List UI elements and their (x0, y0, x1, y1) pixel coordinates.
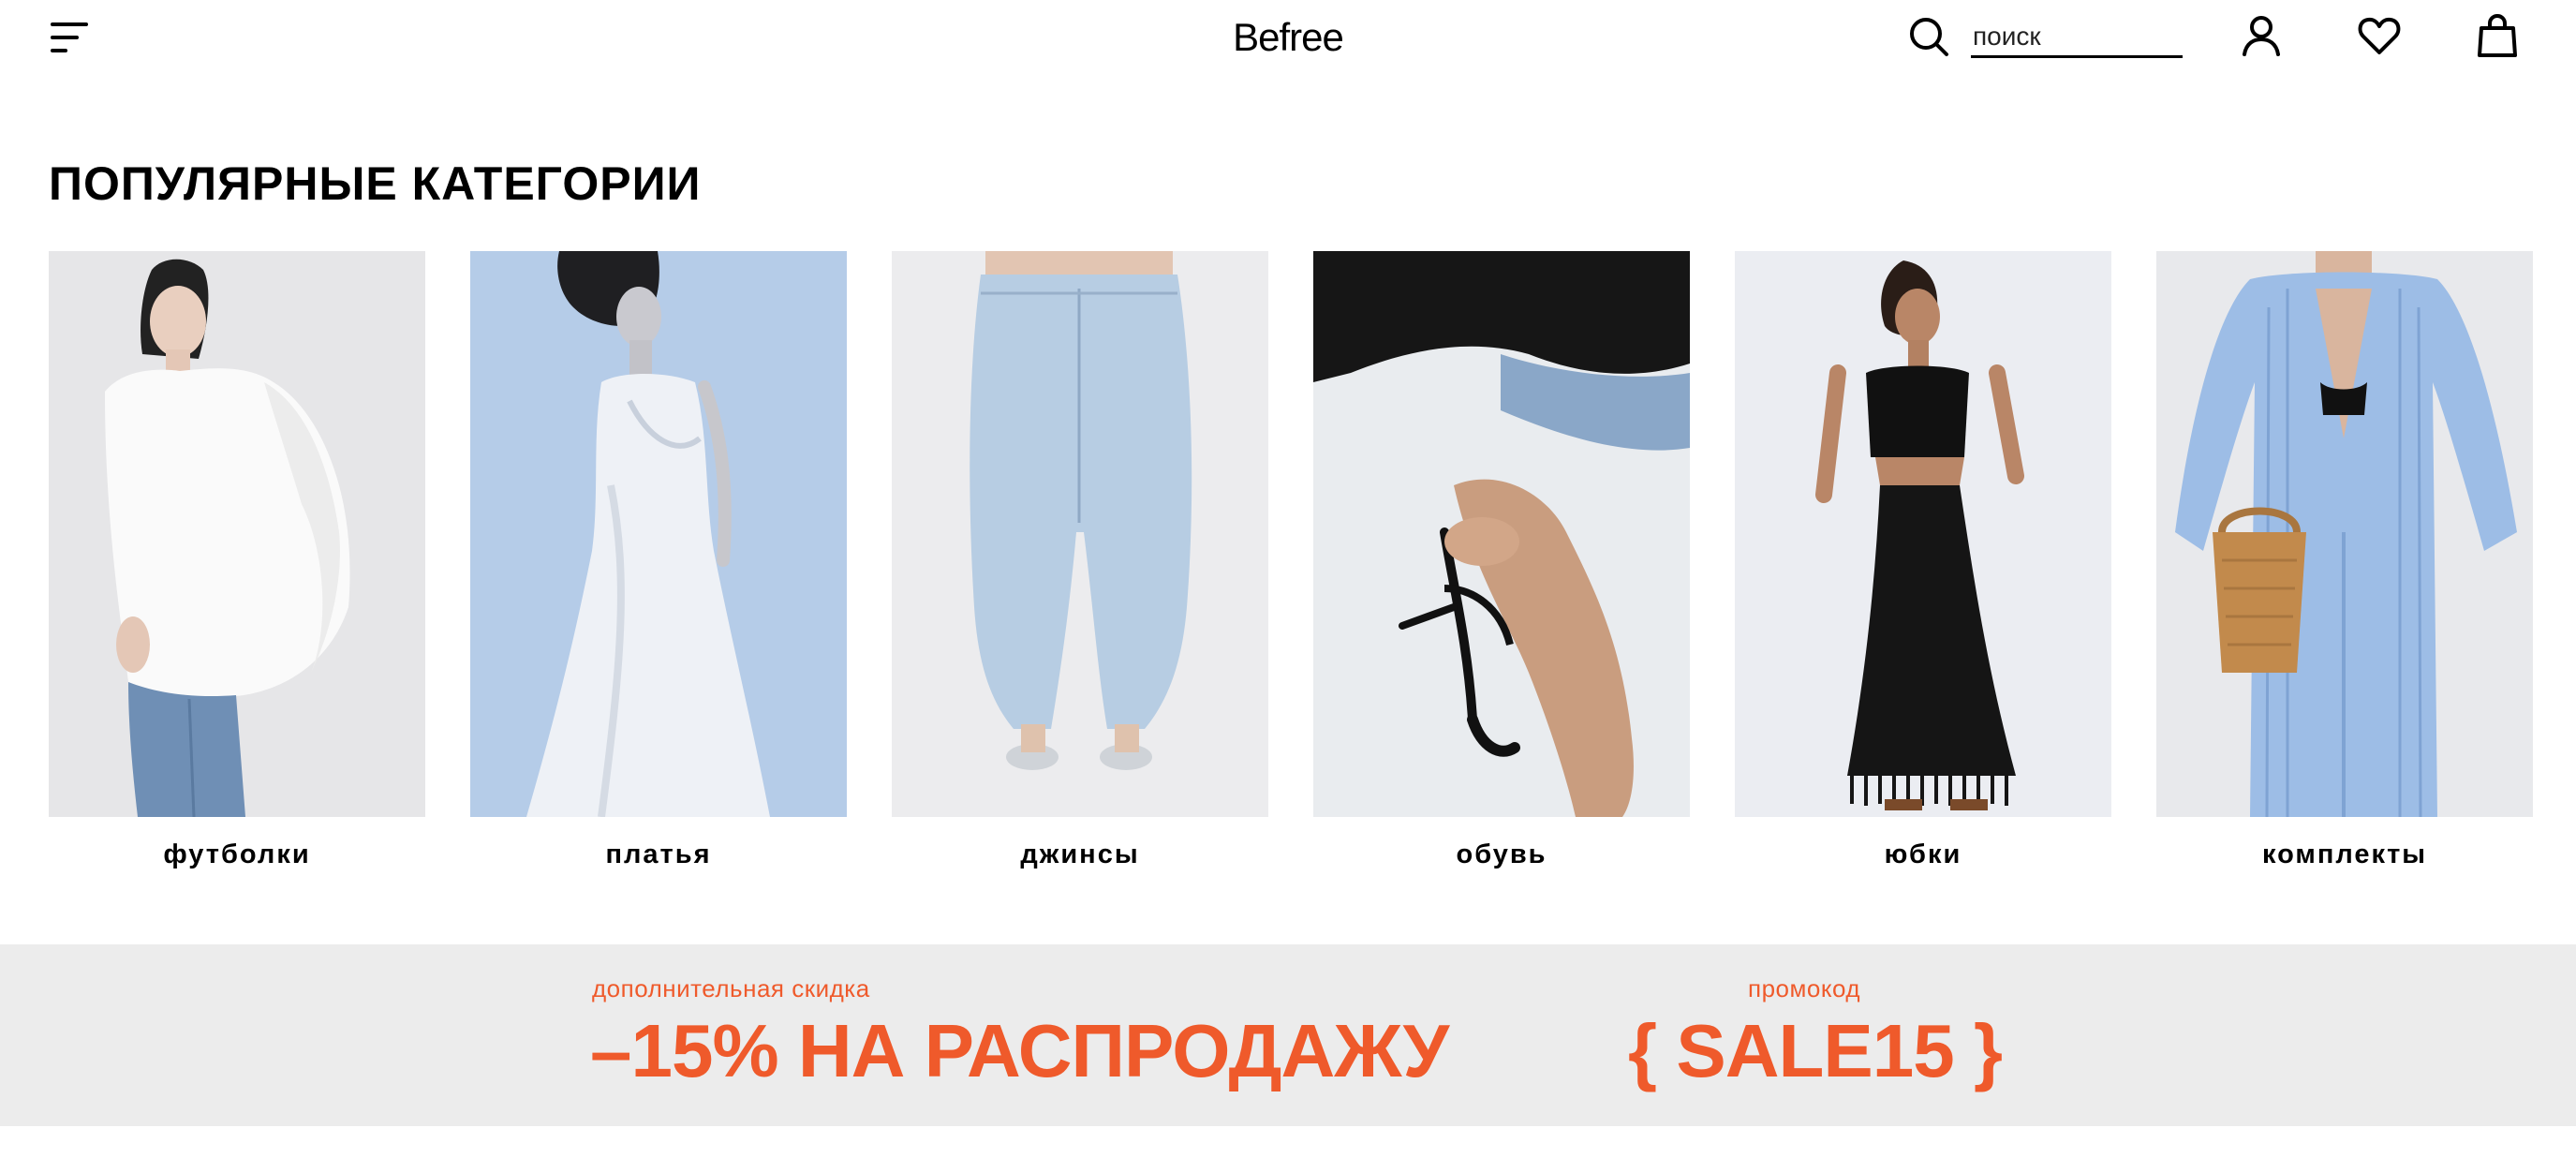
category-card-shoes[interactable]: обувь (1313, 251, 1690, 888)
category-image-tshirts[interactable] (49, 251, 425, 817)
category-image-shoes[interactable] (1313, 251, 1690, 817)
category-card-tshirts[interactable]: футболки (49, 251, 425, 888)
category-image-skirts[interactable] (1735, 251, 2111, 817)
search-icon[interactable] (1907, 15, 1950, 58)
brand-logo[interactable]: Befree (1218, 11, 1358, 64)
promo-code-label: промокод (1748, 974, 1861, 1002)
category-image-dresses[interactable] (470, 251, 847, 817)
category-label[interactable]: обувь (1313, 834, 1690, 875)
section-title: ПОПУЛЯРНЫЕ КАТЕГОРИИ (49, 157, 702, 210)
category-card-dresses[interactable]: платья (470, 251, 847, 888)
promo-banner[interactable]: дополнительная скидка –15% НА РАСПРОДАЖУ… (0, 944, 2576, 1126)
search-input[interactable] (1971, 17, 2183, 58)
category-card-sets[interactable]: комплекты (2156, 251, 2533, 888)
category-label[interactable]: юбки (1735, 834, 2111, 875)
category-image-jeans[interactable] (892, 251, 1268, 817)
category-label[interactable]: футболки (49, 834, 425, 875)
bag-icon[interactable] (2475, 13, 2520, 58)
promo-headline: –15% НА РАСПРОДАЖУ (590, 1009, 1449, 1092)
category-list: футболки платья джинсы обувь юбки компле… (49, 251, 2533, 888)
heart-icon[interactable] (2357, 13, 2402, 58)
promo-code: { SALE15 } (1628, 1009, 2003, 1092)
account-icon[interactable] (2239, 13, 2284, 58)
menu-icon[interactable] (49, 19, 92, 56)
category-label[interactable]: комплекты (2156, 834, 2533, 875)
category-image-sets[interactable] (2156, 251, 2533, 817)
promo-subtitle: дополнительная скидка (592, 974, 870, 1002)
category-card-jeans[interactable]: джинсы (892, 251, 1268, 888)
category-card-skirts[interactable]: юбки (1735, 251, 2111, 888)
category-label[interactable]: платья (470, 834, 847, 875)
site-header: Befree (0, 0, 2576, 75)
category-label[interactable]: джинсы (892, 834, 1268, 875)
